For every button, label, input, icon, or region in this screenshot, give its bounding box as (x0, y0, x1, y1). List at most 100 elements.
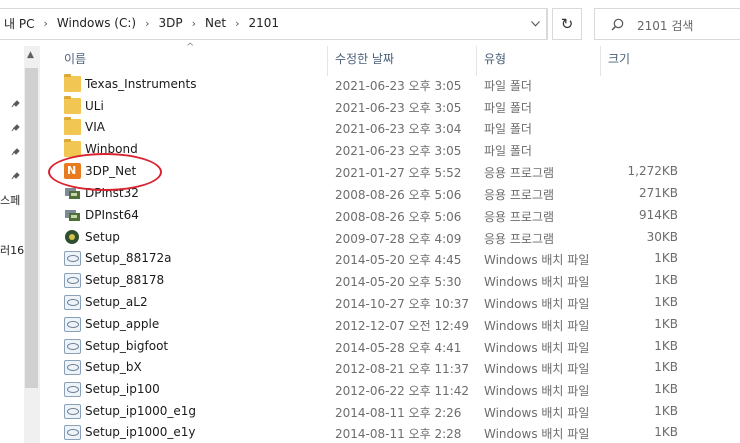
search-box[interactable]: 2101 검색 (594, 8, 740, 40)
sort-ascending-icon: ^ (186, 42, 195, 53)
file-row[interactable]: Winbond 2021-06-23 오후 3:05 파일 폴더 (60, 139, 680, 160)
file-row[interactable]: Setup_ip100 2012-06-22 오후 11:42 Windows … (60, 379, 680, 400)
file-size: 1,272KB (627, 164, 678, 178)
folder-icon (64, 117, 81, 135)
file-name: Setup_88172a (85, 251, 172, 265)
pin-icon[interactable] (9, 146, 21, 158)
column-divider[interactable] (600, 46, 601, 76)
file-size: 1KB (654, 317, 678, 331)
file-date: 2014-10-27 오후 10:37 (335, 297, 470, 311)
scrollbar-thumb[interactable] (25, 68, 38, 388)
highlight-annotation (48, 153, 162, 191)
scroll-up-icon[interactable]: ▲ (27, 50, 34, 60)
search-icon (611, 18, 624, 31)
breadcrumb: 내 PC › Windows (C:) › 3DP › Net › 2101 (0, 14, 279, 32)
file-row[interactable]: Texas_Instruments 2021-06-23 오후 3:05 파일 … (60, 74, 680, 95)
file-date: 2021-06-23 오후 3:05 (335, 79, 462, 93)
file-size: 1KB (654, 360, 678, 374)
column-header-type[interactable]: 유형 (484, 50, 506, 72)
file-size: 271KB (638, 186, 678, 200)
column-header-size[interactable]: 크기 (608, 50, 630, 72)
refresh-button[interactable]: ↻ (552, 8, 582, 40)
file-row[interactable]: Setup_aL2 2014-10-27 오후 10:37 Windows 배치… (60, 292, 680, 313)
batch-file-icon (64, 273, 81, 288)
column-divider[interactable] (327, 46, 328, 76)
file-type: 응용 프로그램 (484, 188, 555, 202)
file-type: Windows 배치 파일 (484, 406, 590, 420)
breadcrumb-separator[interactable]: › (145, 17, 149, 30)
file-date: 2021-01-27 오후 5:52 (335, 166, 462, 180)
breadcrumb-separator[interactable]: › (43, 17, 47, 30)
address-history-dropdown[interactable] (524, 8, 547, 40)
batch-file-icon (64, 339, 81, 354)
file-name: Texas_Instruments (85, 77, 197, 91)
nav-scrollbar[interactable]: ▲ (24, 46, 40, 443)
file-type: 응용 프로그램 (484, 210, 555, 224)
file-size: 1KB (654, 273, 678, 287)
file-date: 2009-07-28 오후 4:09 (335, 232, 462, 246)
file-type: 응용 프로그램 (484, 232, 555, 246)
file-date: 2012-12-07 오전 12:49 (335, 319, 470, 333)
column-divider[interactable] (476, 46, 477, 76)
file-row[interactable]: Setup 2009-07-28 오후 4:09 응용 프로그램 30KB (60, 227, 680, 248)
pin-icon[interactable] (9, 170, 21, 182)
breadcrumb-2101[interactable]: 2101 (248, 16, 279, 30)
pin-icon[interactable] (9, 98, 21, 110)
file-type: 파일 폴더 (484, 79, 532, 93)
folder-icon (64, 96, 81, 114)
search-input[interactable]: 2101 검색 (637, 17, 693, 34)
file-row[interactable]: Setup_apple 2012-12-07 오전 12:49 Windows … (60, 314, 680, 335)
file-row[interactable]: Setup_88172a 2014-05-20 오후 4:45 Windows … (60, 248, 680, 269)
file-name: Setup_apple (85, 317, 160, 331)
file-name: Setup_ip1000_e1g (85, 404, 197, 418)
file-date: 2012-08-21 오후 11:37 (335, 362, 470, 376)
file-row[interactable]: Setup_bigfoot 2014-05-28 오후 4:41 Windows… (60, 336, 680, 357)
file-type: 파일 폴더 (484, 122, 532, 136)
breadcrumb-my-pc[interactable]: 내 PC (4, 15, 34, 32)
file-date: 2014-05-20 오후 4:45 (335, 253, 462, 267)
batch-file-icon (64, 251, 81, 266)
breadcrumb-separator[interactable]: › (235, 17, 239, 30)
file-type: 파일 폴더 (484, 101, 532, 115)
setup-app-icon (65, 230, 79, 244)
chevron-down-icon (530, 21, 540, 27)
column-header-date[interactable]: 수정한 날짜 (335, 50, 394, 72)
file-row[interactable]: ULi 2021-06-23 오후 3:05 파일 폴더 (60, 96, 680, 117)
file-type: Windows 배치 파일 (484, 362, 590, 376)
breadcrumb-net[interactable]: Net (205, 16, 226, 30)
file-row[interactable]: Setup_ip1000_e1y 2014-08-11 오후 2:28 Wind… (60, 422, 680, 443)
file-type: 응용 프로그램 (484, 166, 555, 180)
nav-item-label[interactable]: 스페 (0, 192, 20, 208)
file-date: 2012-06-22 오후 11:42 (335, 384, 470, 398)
file-size: 1KB (654, 425, 678, 439)
batch-file-icon (64, 404, 81, 419)
file-row[interactable]: Setup_bX 2012-08-21 오후 11:37 Windows 배치 … (60, 357, 680, 378)
file-type: 파일 폴더 (484, 144, 532, 158)
refresh-icon: ↻ (560, 15, 574, 33)
pin-icon[interactable] (9, 122, 21, 134)
file-row[interactable]: DPInst32 2008-08-26 오후 5:06 응용 프로그램 271K… (60, 183, 680, 204)
file-date: 2021-06-23 오후 3:05 (335, 144, 462, 158)
file-name: Setup_bigfoot (85, 339, 169, 353)
batch-file-icon (64, 317, 81, 332)
file-row[interactable]: Setup_88178 2014-05-20 오후 5:30 Windows 배… (60, 270, 680, 291)
breadcrumb-windows-c[interactable]: Windows (C:) (57, 16, 136, 30)
file-size: 1KB (654, 295, 678, 309)
column-header-name[interactable]: 이름 (64, 50, 86, 72)
file-name: DPInst64 (85, 208, 139, 222)
file-name: ULi (85, 99, 104, 113)
folder-icon (64, 74, 81, 92)
file-name: Setup_bX (85, 360, 142, 374)
file-date: 2014-05-28 오후 4:41 (335, 341, 462, 355)
file-row[interactable]: Setup_ip1000_e1g 2014-08-11 오후 2:26 Wind… (60, 401, 680, 422)
breadcrumb-separator[interactable]: › (192, 17, 196, 30)
file-date: 2021-06-23 오후 3:05 (335, 101, 462, 115)
file-name: Setup_aL2 (85, 295, 148, 309)
file-name: Setup_ip100 (85, 382, 160, 396)
file-row[interactable]: VIA 2021-06-23 오후 3:04 파일 폴더 (60, 117, 680, 138)
nav-item-label[interactable]: 러16 (0, 242, 24, 258)
file-row[interactable]: DPInst64 2008-08-26 오후 5:06 응용 프로그램 914K… (60, 205, 680, 226)
file-type: Windows 배치 파일 (484, 427, 590, 441)
breadcrumb-3dp[interactable]: 3DP (158, 16, 182, 30)
file-date: 2021-06-23 오후 3:04 (335, 122, 462, 136)
